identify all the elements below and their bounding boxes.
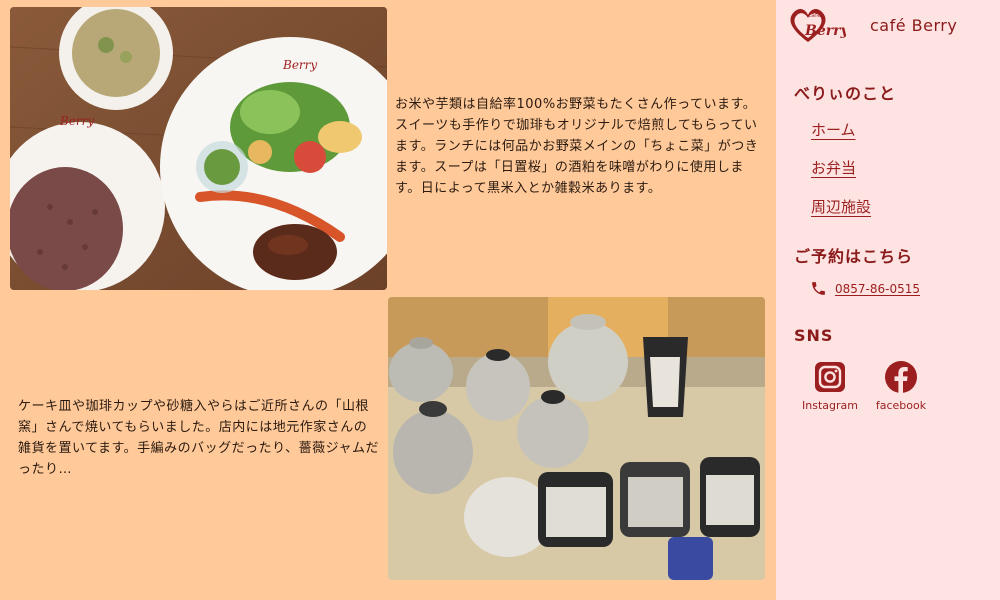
plate-logo-2: Berry bbox=[282, 58, 317, 72]
phone-number: 0857-86-0515 bbox=[835, 281, 921, 296]
sns-heading: SNS bbox=[794, 326, 834, 345]
sidebar: cafe Berry café Berry べりぃのこと ホーム お弁当 周辺施… bbox=[776, 0, 1000, 600]
reservation-heading: ご予約はこちら bbox=[794, 247, 914, 266]
pottery-photo bbox=[388, 297, 765, 580]
nav-nearby[interactable]: 周辺施設 bbox=[811, 196, 871, 217]
instagram-icon bbox=[815, 362, 845, 392]
nav-bento[interactable]: お弁当 bbox=[811, 157, 856, 178]
nav-home[interactable]: ホーム bbox=[811, 119, 856, 140]
logo-small-text: cafe bbox=[808, 12, 821, 19]
brand-name: café Berry bbox=[870, 15, 958, 35]
cafe-description-crafts: ケーキ皿や珈琲カップや砂糖入やらはご近所さんの「山根窯」さんで焼いてもらいました… bbox=[18, 399, 379, 477]
instagram-label: Instagram bbox=[802, 399, 858, 412]
main-content: Berry Berry お米や芋類は自給率100%お野菜もたくさん作っています。… bbox=[0, 0, 776, 600]
lunch-photo: Berry Berry bbox=[10, 7, 387, 290]
pottery-photo-illustration bbox=[388, 297, 765, 580]
instagram-link[interactable]: Instagram bbox=[802, 361, 858, 412]
facebook-link[interactable]: facebook bbox=[876, 361, 926, 412]
phone-icon bbox=[812, 282, 825, 295]
lunch-photo-illustration: Berry Berry bbox=[10, 7, 387, 290]
phone-link[interactable]: 0857-86-0515 bbox=[810, 280, 920, 297]
logo-text: Berry bbox=[804, 23, 846, 39]
facebook-icon bbox=[885, 361, 917, 393]
berry-heart-logo: cafe Berry bbox=[790, 8, 846, 43]
facebook-label: facebook bbox=[875, 399, 927, 412]
brand[interactable]: cafe Berry café Berry bbox=[788, 6, 957, 44]
about-heading: べりぃのこと bbox=[794, 84, 897, 103]
cafe-description-food: お米や芋類は自給率100%お野菜もたくさん作っています。スイーツも手作りで珈琲も… bbox=[395, 97, 759, 196]
plate-logo: Berry bbox=[59, 114, 94, 128]
